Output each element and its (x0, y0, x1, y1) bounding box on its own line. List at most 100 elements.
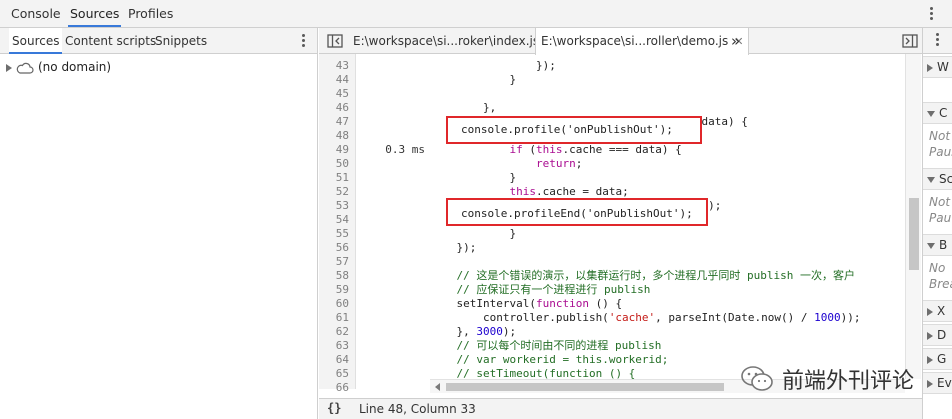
line-number[interactable]: 44 (319, 73, 349, 87)
expand-triangle-icon[interactable] (6, 63, 12, 72)
more-options-icon[interactable] (930, 7, 933, 22)
code-line[interactable]: if (this.cache === data) { (430, 143, 681, 157)
line-number[interactable]: 63 (319, 339, 349, 353)
line-number[interactable]: 65 (319, 367, 349, 381)
code-line[interactable]: setInterval(function () { (430, 297, 622, 311)
code-line[interactable]: }); (430, 59, 556, 73)
vertical-scroll-thumb[interactable] (909, 198, 919, 270)
navigator-tab-snippets[interactable]: Snippets (155, 28, 207, 54)
tab-sources[interactable]: Sources (68, 0, 122, 27)
line-number[interactable]: 43 (319, 59, 349, 73)
sources-navigator: Sources Content scripts Snippets (no dom… (0, 28, 318, 419)
code-line[interactable]: // var workerid = this.workerid; (430, 353, 669, 367)
code-line[interactable]: }, (430, 101, 496, 115)
editor-status-bar: {} Line 48, Column 33 (319, 398, 922, 419)
sidebar-section-label: W (937, 60, 949, 74)
vertical-scrollbar[interactable] (905, 54, 921, 379)
debugger-sidebar: W C Not Pause Sc Not Pau B No Brea XDG Ev (922, 28, 952, 419)
highlight-box-profile-end: console.profileEnd('onPublishOut'); (446, 198, 708, 226)
code-line[interactable]: // 这是个错误的演示，以集群运行时，多个进程几乎同时 publish 一次，客… (430, 269, 855, 283)
line-number[interactable]: 61 (319, 311, 349, 325)
sidebar-section-note: Brea (929, 277, 952, 291)
line-number[interactable]: 52 (319, 185, 349, 199)
code-line[interactable]: controller.publish('cache', parseInt(Dat… (430, 311, 861, 325)
sidebar-section-header[interactable]: D (923, 324, 952, 346)
code-line[interactable]: } (430, 227, 516, 241)
expand-triangle-icon[interactable] (927, 63, 933, 72)
code-line[interactable]: }); (430, 241, 476, 255)
sidebar-section-header[interactable]: C (923, 102, 952, 124)
sidebar-section-note: Pause (929, 145, 952, 159)
panel-tab-bar: Console Sources Profiles (0, 0, 952, 28)
line-number[interactable]: 50 (319, 157, 349, 171)
sidebar-section-header[interactable]: X (923, 300, 952, 322)
sidebar-section-label: C (939, 106, 948, 120)
navigator-tab-content-scripts[interactable]: Content scripts (65, 28, 156, 54)
debugger-toolbar-menu-icon[interactable] (936, 33, 939, 46)
sidebar-section-header[interactable]: G (923, 348, 952, 370)
code-line[interactable]: } (430, 73, 516, 87)
navigator-tab-sources[interactable]: Sources (9, 28, 63, 54)
line-number[interactable]: 55 (319, 227, 349, 241)
line-number[interactable]: 64 (319, 353, 349, 367)
line-number[interactable]: 46 (319, 101, 349, 115)
code-line[interactable]: return; (430, 157, 582, 171)
code-line[interactable]: } (430, 171, 516, 185)
toggle-navigator-icon[interactable] (327, 34, 343, 48)
expand-triangle-icon[interactable] (927, 355, 933, 364)
sidebar-section-label: B (939, 238, 948, 252)
navigator-menu-icon[interactable] (302, 34, 305, 49)
tab-console[interactable]: Console (9, 0, 63, 27)
editor-tab-index-js[interactable]: E:\workspace\si...roker\index.js (353, 28, 539, 54)
sidebar-section-header[interactable]: Ev (923, 372, 952, 394)
line-number[interactable]: 57 (319, 255, 349, 269)
tree-item-no-domain[interactable]: (no domain) (6, 59, 111, 75)
tree-item-label: (no domain) (38, 60, 112, 74)
code-line[interactable]: }, 3000); (430, 325, 516, 339)
highlight-code-profile: console.profile('onPublishOut'); (461, 123, 673, 136)
line-number[interactable]: 54 (319, 213, 349, 227)
line-number[interactable]: 66 (319, 381, 349, 395)
watermark-text: 前端外刊评论 (782, 369, 915, 394)
wechat-logo-icon (741, 366, 773, 391)
line-number[interactable]: 49 (319, 143, 349, 157)
line-number[interactable]: 58 (319, 269, 349, 283)
sidebar-section-header[interactable]: Sc (923, 168, 952, 190)
horizontal-scroll-thumb[interactable] (446, 383, 724, 391)
line-number[interactable]: 48 (319, 129, 349, 143)
tab-profiles[interactable]: Profiles (126, 0, 175, 27)
expand-triangle-icon[interactable] (927, 307, 933, 316)
sidebar-section-label: D (937, 328, 947, 342)
cursor-position: Line 48, Column 33 (359, 402, 476, 416)
collapse-triangle-icon[interactable] (927, 110, 935, 117)
editor-tab-demo-js[interactable]: E:\workspace\si...roller\demo.js ✕ (535, 28, 750, 55)
line-number[interactable]: 56 (319, 241, 349, 255)
code-line[interactable]: // 可以每个时间由不同的进程 publish (430, 339, 662, 353)
line-number-gutter[interactable]: 43 44 45 46 47 48 49 50 51 52 53 54 55 56 57 58 59 60 61 62… (319, 54, 356, 394)
line-number[interactable]: 60 (319, 297, 349, 311)
scroll-left-icon[interactable] (435, 383, 440, 391)
sidebar-section-label: Sc (939, 172, 952, 186)
code-line[interactable]: // setTimeout(function () { (430, 367, 636, 379)
pretty-print-button[interactable]: {} (327, 401, 341, 415)
expand-triangle-icon[interactable] (927, 379, 933, 388)
expand-triangle-icon[interactable] (927, 331, 933, 340)
collapse-triangle-icon[interactable] (927, 176, 935, 183)
line-number[interactable]: 59 (319, 283, 349, 297)
sidebar-section-header[interactable]: B (923, 234, 952, 256)
line-number[interactable]: 51 (319, 171, 349, 185)
sidebar-section-header[interactable]: W (923, 56, 952, 78)
code-line[interactable]: this.cache = data; (430, 185, 628, 199)
navigator-tab-bar: Sources Content scripts Snippets (0, 28, 317, 54)
line-number[interactable]: 45 (319, 87, 349, 101)
sidebar-section-label: Ev (937, 376, 952, 390)
sidebar-section-note: No (929, 261, 946, 275)
more-tabs-icon[interactable]: » (731, 28, 740, 54)
line-number[interactable]: 62 (319, 325, 349, 339)
line-number[interactable]: 53 (319, 199, 349, 213)
line-number[interactable]: 47 (319, 115, 349, 129)
toggle-debugger-icon[interactable] (902, 34, 918, 48)
highlight-box-profile-start: console.profile('onPublishOut'); (446, 116, 702, 144)
collapse-triangle-icon[interactable] (927, 242, 935, 249)
code-line[interactable]: // 应保证只有一个进程进行 publish (430, 283, 651, 297)
